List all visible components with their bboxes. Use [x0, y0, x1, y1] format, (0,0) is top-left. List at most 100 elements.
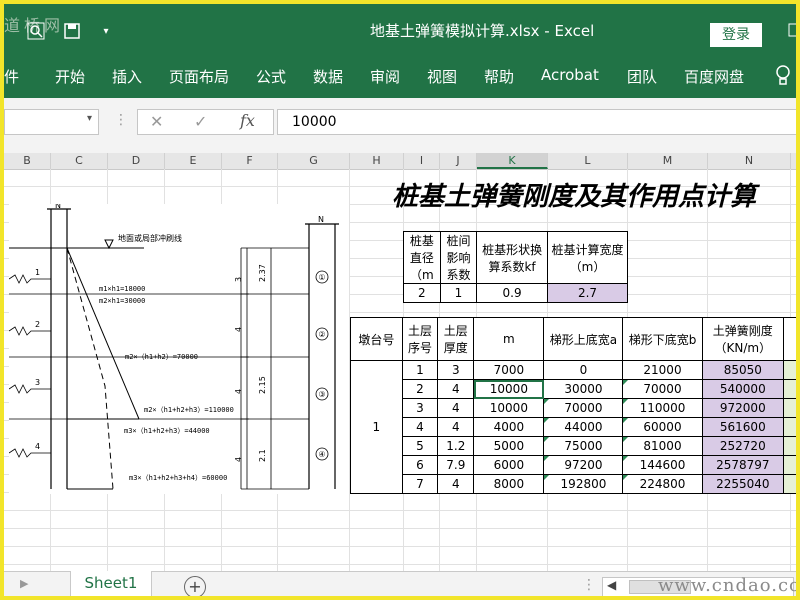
cell[interactable]: 6	[401, 455, 439, 475]
cell[interactable]	[783, 455, 796, 475]
cell[interactable]: 252720	[701, 436, 785, 456]
header-layer-thickness[interactable]: 土层厚度	[437, 317, 475, 361]
tab-data[interactable]: 数据	[313, 66, 343, 87]
cell[interactable]: 10000	[473, 398, 545, 418]
column-header-e[interactable]: E	[165, 153, 222, 169]
cell[interactable]: 2578797	[701, 455, 785, 475]
selected-cell[interactable]: 10000	[473, 379, 545, 399]
shape-factor-value[interactable]: 0.9	[476, 283, 548, 303]
column-header-m[interactable]: M	[628, 153, 708, 169]
cell[interactable]	[783, 436, 796, 456]
sheet-tab-sheet1[interactable]: Sheet1	[71, 571, 151, 596]
cell[interactable]: 4	[437, 474, 475, 494]
tab-team[interactable]: 团队	[627, 66, 657, 87]
header-pier-id[interactable]: 墩台号	[350, 317, 403, 361]
ribbon-display-options-icon[interactable]	[786, 22, 796, 42]
cell[interactable]: 97200	[543, 455, 624, 475]
tab-page-layout[interactable]: 页面布局	[169, 66, 229, 87]
column-header-g[interactable]: G	[278, 153, 350, 169]
header-spring-stiffness[interactable]: 土弹簧刚度（KN/m）	[701, 317, 785, 361]
calc-width-value[interactable]: 2.7	[546, 283, 629, 303]
cell[interactable]: 972000	[701, 398, 785, 418]
header-overflow[interactable]	[783, 317, 796, 361]
cell[interactable]: 4	[437, 379, 475, 399]
cell[interactable]: 2255040	[701, 474, 785, 494]
cell[interactable]	[783, 417, 796, 437]
insert-function-icon[interactable]: fx	[240, 111, 255, 130]
cell[interactable]: 70000	[543, 398, 624, 418]
cell[interactable]: 21000	[622, 360, 703, 380]
login-button[interactable]: 登录	[710, 23, 762, 47]
tab-baidu-netdisk[interactable]: 百度网盘	[684, 66, 744, 87]
add-sheet-button[interactable]: +	[184, 576, 206, 596]
cell[interactable]: 5000	[473, 436, 545, 456]
cell[interactable]: 85050	[701, 360, 785, 380]
cancel-icon[interactable]: ✕	[150, 112, 163, 131]
cell[interactable]: 540000	[701, 379, 785, 399]
cell[interactable]: 81000	[622, 436, 703, 456]
cell[interactable]: 5	[401, 436, 439, 456]
cell[interactable]: 44000	[543, 417, 624, 437]
cell[interactable]: 30000	[543, 379, 624, 399]
tab-file[interactable]: 件	[4, 66, 19, 87]
formula-input[interactable]: 10000	[277, 109, 796, 135]
tab-review[interactable]: 审阅	[370, 66, 400, 87]
pile-influence-value[interactable]: 1	[439, 283, 478, 303]
column-header-h[interactable]: H	[350, 153, 404, 169]
cell[interactable]: 75000	[543, 436, 624, 456]
header-m[interactable]: m	[473, 317, 545, 361]
header-calc-width[interactable]: 桩基计算宽度（m）	[546, 231, 629, 284]
resize-handle-icon[interactable]: ⋮	[114, 112, 128, 128]
column-header-n[interactable]: N	[708, 153, 791, 169]
cell[interactable]: 110000	[622, 398, 703, 418]
cell[interactable]: 4	[401, 417, 439, 437]
cell[interactable]: 60000	[622, 417, 703, 437]
column-header-i[interactable]: I	[404, 153, 440, 169]
scroll-left-icon[interactable]: ▶	[20, 577, 28, 590]
cell[interactable]: 192800	[543, 474, 624, 494]
header-shape-factor[interactable]: 桩基形状换算系数kf	[476, 231, 548, 284]
cell[interactable]: 7000	[473, 360, 545, 380]
column-header-j[interactable]: J	[440, 153, 477, 169]
pier-id-cell[interactable]: 1	[350, 360, 403, 494]
cell[interactable]	[783, 379, 796, 399]
cell[interactable]: 4000	[473, 417, 545, 437]
cell[interactable]: 1.2	[437, 436, 475, 456]
cell[interactable]: 4	[437, 398, 475, 418]
tab-split-handle-icon[interactable]: ⋮	[582, 577, 596, 593]
name-box[interactable]: ▾	[4, 109, 99, 135]
column-header-f[interactable]: F	[222, 153, 278, 169]
header-layer-no[interactable]: 土层序号	[401, 317, 439, 361]
cell[interactable]: 4	[437, 417, 475, 437]
cell[interactable]: 6000	[473, 455, 545, 475]
customize-quick-access-icon[interactable]: ▾	[96, 22, 116, 42]
cell[interactable]: 70000	[622, 379, 703, 399]
scroll-left-arrow-icon[interactable]: ◀	[607, 578, 616, 592]
cell[interactable]: 8000	[473, 474, 545, 494]
save-icon[interactable]	[62, 22, 82, 42]
chevron-down-icon[interactable]: ▾	[87, 113, 92, 124]
cell[interactable]: 0	[543, 360, 624, 380]
cell[interactable]: 3	[401, 398, 439, 418]
pile-diameter-value[interactable]: 2	[403, 283, 441, 303]
tab-home[interactable]: 开始	[55, 66, 85, 87]
header-pile-diameter[interactable]: 桩基直径（m	[403, 231, 441, 284]
column-header-k[interactable]: K	[477, 153, 548, 169]
column-header-b[interactable]: B	[4, 153, 51, 169]
cell[interactable]: 224800	[622, 474, 703, 494]
header-trap-bottom[interactable]: 梯形下底宽b	[622, 317, 703, 361]
tab-formulas[interactable]: 公式	[256, 66, 286, 87]
lightbulb-icon[interactable]	[774, 64, 792, 88]
tab-acrobat[interactable]: Acrobat	[541, 66, 599, 84]
cell[interactable]	[783, 398, 796, 418]
cell[interactable]: 144600	[622, 455, 703, 475]
column-header-c[interactable]: C	[51, 153, 108, 169]
tab-help[interactable]: 帮助	[484, 66, 514, 87]
cell[interactable]	[783, 474, 796, 494]
tab-insert[interactable]: 插入	[112, 66, 142, 87]
header-pile-influence[interactable]: 桩间影响系数	[439, 231, 478, 284]
tab-view[interactable]: 视图	[427, 66, 457, 87]
cell[interactable]: 1	[401, 360, 439, 380]
column-header-l[interactable]: L	[548, 153, 628, 169]
cell[interactable]: 2	[401, 379, 439, 399]
